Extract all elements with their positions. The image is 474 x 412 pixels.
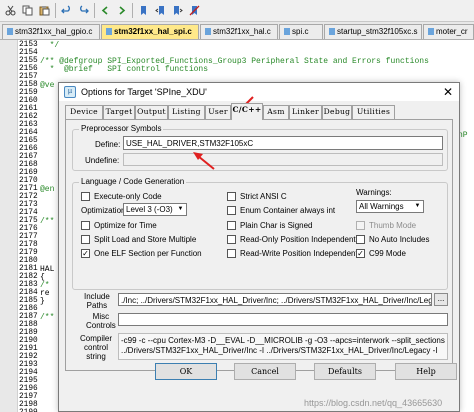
arrow-to-define-field	[193, 152, 215, 170]
tab-c-cpp[interactable]: C/C++	[231, 103, 263, 120]
watermark-text: https://blog.csdn.net/qq_43665630	[304, 398, 443, 408]
annotation-arrows	[193, 96, 254, 170]
